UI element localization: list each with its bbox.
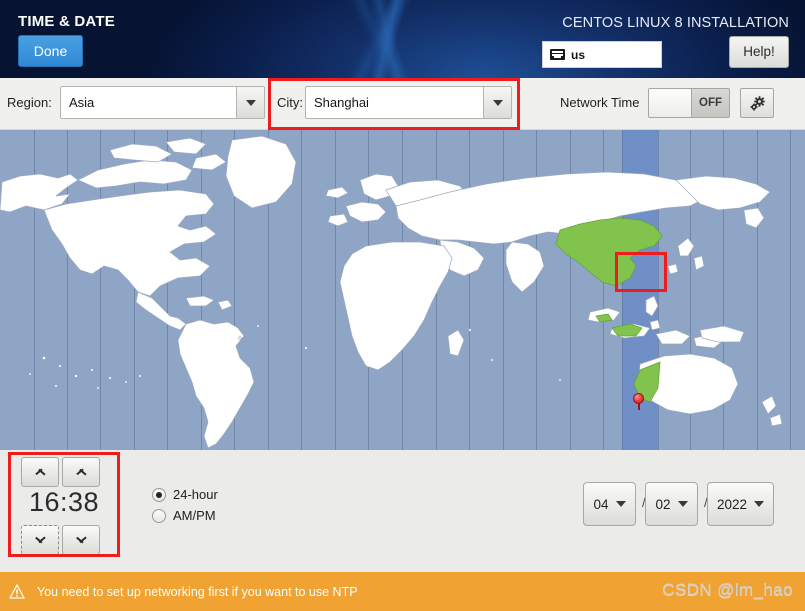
- region-dropdown[interactable]: Asia: [60, 86, 265, 119]
- status-bar: You need to set up networking first if y…: [0, 572, 805, 611]
- city-dropdown[interactable]: Shanghai: [305, 86, 512, 119]
- network-time-toggle[interactable]: OFF: [648, 88, 730, 118]
- gear-icon: [750, 95, 765, 110]
- keyboard-layout-indicator[interactable]: us: [542, 41, 662, 68]
- day-dropdown[interactable]: 02: [645, 482, 698, 526]
- done-button[interactable]: Done: [18, 35, 83, 67]
- month-dropdown[interactable]: 04: [583, 482, 636, 526]
- toggle-knob: [649, 89, 692, 117]
- world-timezone-map[interactable]: [0, 130, 805, 450]
- year-value: 2022: [716, 496, 748, 512]
- minute-up-button[interactable]: [62, 457, 100, 487]
- network-time-label: Network Time: [560, 95, 640, 110]
- help-button[interactable]: Help!: [729, 36, 789, 68]
- warning-triangle-icon: [9, 584, 25, 599]
- format-option-24-hour[interactable]: 24-hour: [152, 487, 218, 502]
- month-value: 04: [593, 496, 609, 512]
- hour-up-button[interactable]: [21, 457, 59, 487]
- watermark: CSDN @lm_hao: [662, 580, 793, 599]
- radio-24-hour[interactable]: [152, 487, 166, 502]
- city-chevron-down-icon[interactable]: [483, 87, 511, 118]
- region-chevron-down-icon[interactable]: [236, 87, 264, 118]
- region-value: Asia: [69, 95, 95, 110]
- keyboard-icon: [550, 49, 565, 60]
- world-landmass: [0, 135, 783, 449]
- day-value: 02: [655, 496, 671, 512]
- product-title: CENTOS LINUX 8 INSTALLATION: [562, 15, 789, 31]
- installer-header: TIME & DATE Done CENTOS LINUX 8 INSTALLA…: [0, 0, 805, 78]
- region-label: Region:: [7, 95, 52, 110]
- status-message: You need to set up networking first if y…: [37, 584, 358, 599]
- page-title: TIME & DATE: [18, 13, 115, 30]
- radio-ampm[interactable]: [152, 508, 166, 523]
- time-display: 16:38: [28, 487, 100, 517]
- city-label: City:: [277, 95, 303, 110]
- network-time-state: OFF: [699, 97, 722, 109]
- network-time-settings-button[interactable]: [740, 88, 774, 118]
- year-caret-down-icon: [754, 501, 765, 507]
- hour-down-button[interactable]: [21, 525, 59, 555]
- format-option-ampm[interactable]: AM/PM: [152, 508, 216, 523]
- day-caret-down-icon: [677, 501, 688, 507]
- month-caret-down-icon: [615, 501, 626, 507]
- keyboard-layout-label: us: [571, 47, 586, 62]
- city-value: Shanghai: [314, 95, 369, 110]
- location-pin-icon: [633, 393, 644, 410]
- time-and-date-screen: TIME & DATE Done CENTOS LINUX 8 INSTALLA…: [0, 0, 805, 611]
- radio-label-ampm: AM/PM: [173, 508, 216, 523]
- minute-down-button[interactable]: [62, 525, 100, 555]
- year-dropdown[interactable]: 2022: [707, 482, 774, 526]
- radio-label-24-hour: 24-hour: [173, 487, 218, 502]
